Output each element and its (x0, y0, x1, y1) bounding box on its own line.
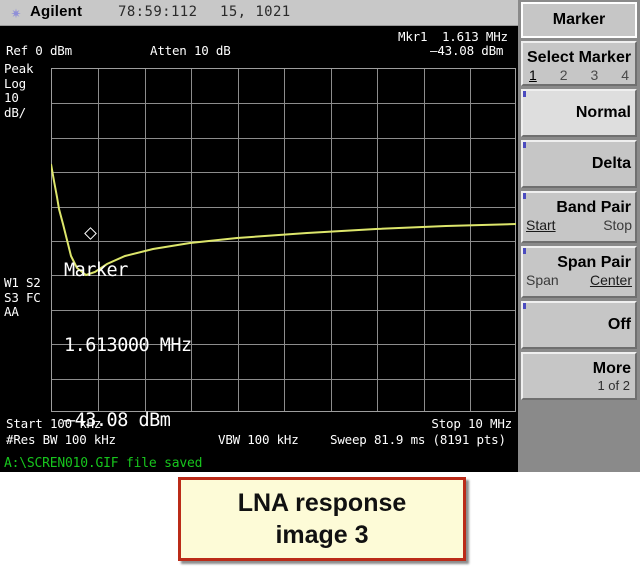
attenuation-label: Atten 10 dB (150, 43, 231, 58)
softkey-more-label: More (592, 360, 631, 377)
caption-box: LNA response image 3 (178, 477, 466, 561)
softkey-delta-indicator (523, 142, 526, 148)
trace-status-line-1: W1 S2 (4, 275, 41, 290)
band-pair-start-option[interactable]: Start (526, 217, 556, 233)
marker-number-3[interactable]: 3 (590, 67, 598, 83)
marker-readout-amplitude: –43.08 dBm (430, 43, 504, 58)
banner-date: 15, 1021 (220, 4, 291, 20)
caption-line-2: image 3 (275, 521, 369, 549)
softkey-span-pair-label: Span Pair (557, 254, 631, 271)
softkey-menu-title-label: Marker (552, 11, 606, 28)
active-softkey-indicator (523, 91, 526, 97)
softkey-off[interactable]: Off (521, 301, 637, 349)
softkey-band-pair-label: Band Pair (556, 199, 631, 216)
softkey-delta-label: Delta (591, 155, 631, 172)
softkey-band-pair-indicator (523, 193, 526, 199)
softkey-normal-label: Normal (575, 104, 631, 121)
softkey-delta[interactable]: Delta (521, 140, 637, 188)
reference-level-label: Ref 0 dBm (6, 43, 72, 58)
span-pair-center-option[interactable]: Center (590, 272, 632, 288)
brand-logo-text: Agilent (30, 3, 83, 20)
banner-time: 78:59:112 (118, 4, 198, 20)
softkey-off-indicator (523, 303, 526, 309)
resolution-bandwidth-label: #Res BW 100 kHz (6, 432, 116, 447)
video-bandwidth-label: VBW 100 kHz (218, 432, 299, 447)
spectrum-analyzer-screenshot: ✷ Agilent 78:59:112 15, 1021 Ref 0 dBm A… (0, 0, 640, 567)
softkey-band-pair-options[interactable]: Start Stop (523, 217, 635, 233)
instrument-banner: ✷ Agilent 78:59:112 15, 1021 (0, 0, 518, 26)
softkey-off-label: Off (607, 316, 631, 333)
marker-number-4[interactable]: 4 (621, 67, 629, 83)
start-frequency-label: Start 100 kHz (6, 416, 102, 431)
softkey-select-marker-numbers[interactable]: 1 2 3 4 (523, 67, 635, 83)
marker-annotation-title: Marker (64, 260, 128, 281)
caption-line-1: LNA response (237, 489, 407, 517)
scale-value-label: 10 (4, 90, 19, 105)
measurement-display: Ref 0 dBm Atten 10 dB Mkr1 1.613 MHz –43… (0, 26, 518, 455)
status-message-text: A:\SCREN010.GIF file saved (4, 456, 203, 471)
softkey-menu-title: Marker (521, 2, 637, 38)
softkey-select-marker[interactable]: Select Marker 1 2 3 4 (521, 41, 637, 86)
marker-number-2[interactable]: 2 (560, 67, 568, 83)
softkey-more-page-indicator: 1 of 2 (597, 378, 630, 393)
band-pair-stop-option[interactable]: Stop (603, 217, 632, 233)
scale-units-label: dB/ (4, 104, 26, 120)
marker-annotation-frequency: 1.613000 MHz (64, 335, 192, 356)
trace-status-line-2: S3 FC (4, 289, 41, 305)
softkey-normal[interactable]: Normal (521, 89, 637, 137)
scale-type-label: Log (4, 75, 26, 91)
softkey-span-pair-indicator (523, 248, 526, 254)
softkey-menu: Marker Select Marker 1 2 3 4 Normal Delt… (518, 0, 640, 472)
stop-frequency-label: Stop 10 MHz (431, 416, 512, 431)
starburst-icon: ✷ (10, 3, 22, 23)
softkey-span-pair[interactable]: Span Pair Span Center (521, 246, 637, 298)
softkey-band-pair[interactable]: Band Pair Start Stop (521, 191, 637, 243)
status-message-bar: A:\SCREN010.GIF file saved (0, 455, 518, 472)
marker-readout-frequency: Mkr1 1.613 MHz (398, 29, 508, 44)
trace-status-block: W1 S2 S3 FC AA (4, 275, 41, 320)
span-pair-span-option[interactable]: Span (526, 272, 559, 288)
softkey-select-marker-label: Select Marker (527, 49, 632, 66)
softkey-more[interactable]: More 1 of 2 (521, 352, 637, 400)
sweep-time-label: Sweep 81.9 ms (8191 pts) (330, 432, 506, 447)
softkey-span-pair-options[interactable]: Span Center (523, 272, 635, 288)
detector-mode-label: Peak (4, 61, 34, 76)
trace-status-line-3: AA (4, 304, 19, 319)
marker-number-1[interactable]: 1 (529, 67, 537, 83)
scale-annotation-block: Peak Log 10 dB/ (4, 61, 34, 120)
